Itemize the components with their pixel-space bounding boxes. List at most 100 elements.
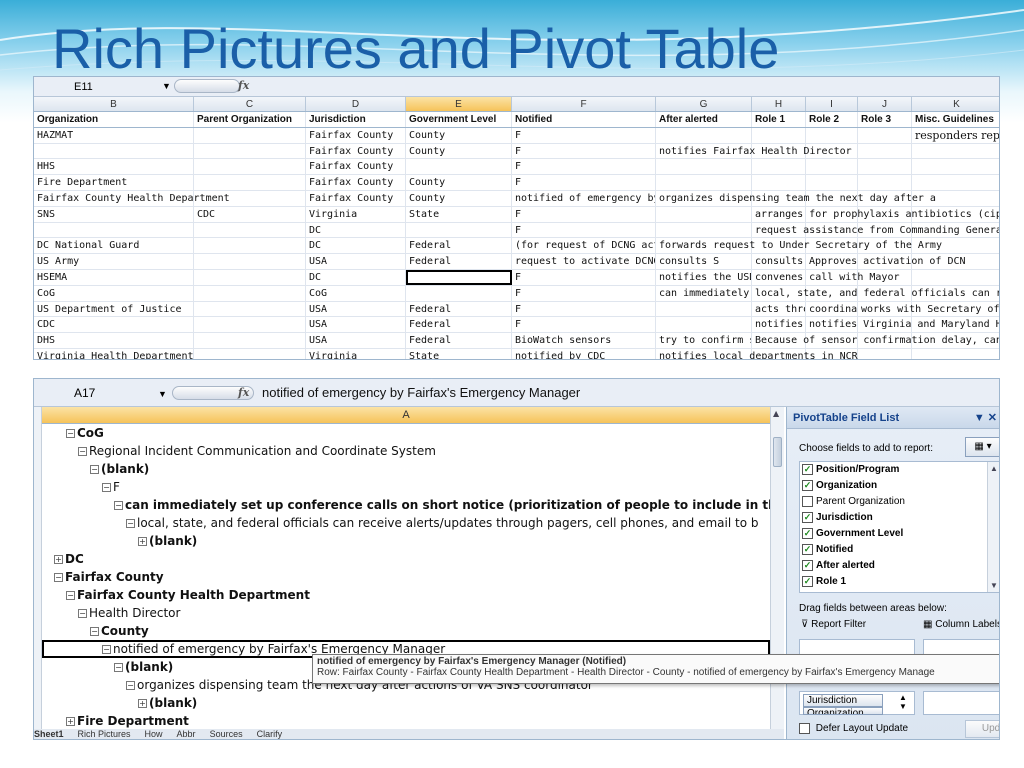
top-cell[interactable]: Government Level <box>406 112 512 127</box>
expand-icon[interactable]: + <box>138 699 147 708</box>
top-cell[interactable]: F <box>512 317 656 333</box>
top-cell[interactable]: DC <box>306 222 406 238</box>
scroll-up-icon[interactable]: ▲ <box>773 409 779 418</box>
top-cell[interactable] <box>912 159 999 174</box>
collapse-icon[interactable]: − <box>114 501 123 510</box>
top-cell[interactable] <box>194 348 306 359</box>
top-cell[interactable]: DC <box>306 269 406 285</box>
top-cell[interactable]: Role 3 <box>858 112 912 127</box>
collapse-icon[interactable]: − <box>90 627 99 636</box>
top-cell[interactable]: request to activate DCNG forwarded from … <box>512 254 656 269</box>
bottom-name-box[interactable]: A17 <box>74 386 95 400</box>
top-cell[interactable]: Approves activation of DCN <box>806 254 966 269</box>
top-cell[interactable]: USA <box>306 333 406 348</box>
pivot-row[interactable]: − F <box>42 478 770 496</box>
top-cell[interactable] <box>858 348 912 359</box>
pivot-row[interactable]: + DC <box>42 550 770 568</box>
top-cell[interactable]: HHS <box>34 159 194 175</box>
top-cell[interactable]: F <box>512 222 656 238</box>
top-fx-icon[interactable]: fx <box>238 79 249 92</box>
collapse-icon[interactable]: − <box>102 483 111 492</box>
top-col-C[interactable]: C <box>194 97 306 111</box>
bottom-formula-input[interactable]: notified of emergency by Fairfax's Emerg… <box>262 385 580 400</box>
top-cell[interactable]: State <box>406 348 512 359</box>
sheet-tab[interactable]: Rich Pictures <box>78 729 131 739</box>
collapse-icon[interactable]: − <box>126 519 135 528</box>
top-cell[interactable]: responders repo <box>912 128 999 143</box>
update-button[interactable]: Update <box>965 720 999 738</box>
sheet-tab[interactable]: Sheet1 <box>34 729 64 739</box>
top-col-J[interactable]: J <box>858 97 912 111</box>
top-cell[interactable] <box>656 206 752 222</box>
pivot-row[interactable]: − (blank) <box>42 460 770 478</box>
field-list-scrollbar[interactable]: ▲ ▼ <box>987 462 999 592</box>
pivot-field-item[interactable]: Parent Organization <box>800 494 999 510</box>
top-cell[interactable]: State <box>406 206 512 222</box>
checked-checkbox[interactable]: ✓ <box>802 527 813 539</box>
top-cell[interactable]: try to confirm sens <box>656 333 752 348</box>
top-cell[interactable]: Fairfax County <box>306 143 406 159</box>
sheet-tab[interactable]: Clarify <box>257 729 283 739</box>
expand-icon[interactable]: + <box>66 717 75 726</box>
defer-layout-update[interactable]: Defer Layout Update <box>799 723 908 734</box>
top-cell[interactable]: USA <box>306 317 406 333</box>
top-cell[interactable]: F <box>512 127 656 143</box>
top-cell[interactable]: HSEMA <box>34 269 194 285</box>
row-field-jurisdiction[interactable]: Jurisdiction <box>803 694 883 707</box>
top-cell[interactable]: F <box>512 175 656 190</box>
top-cell[interactable]: works with Secretary of De <box>858 301 999 317</box>
top-cell[interactable] <box>656 127 752 143</box>
pivot-row[interactable]: − local, state, and federal officials can… <box>42 514 770 532</box>
top-cell[interactable]: F <box>512 143 656 159</box>
pivot-row[interactable]: − Fairfax County Health Department <box>42 586 770 604</box>
top-cell[interactable] <box>858 159 912 175</box>
top-cell[interactable]: County <box>406 175 512 190</box>
top-cell[interactable] <box>656 159 752 175</box>
top-cell[interactable] <box>194 254 306 269</box>
top-cell[interactable]: can immediately s <box>656 285 752 301</box>
bottom-name-box-dropdown-icon[interactable]: ▼ <box>158 389 167 399</box>
pivot-field-item[interactable]: ✓ Government Level <box>800 526 999 542</box>
top-cell[interactable]: US Army <box>34 254 194 269</box>
pivot-row[interactable]: − CoG <box>42 424 770 442</box>
top-cell[interactable]: Notified <box>512 112 656 127</box>
bottom-fx-icon[interactable]: fx <box>238 386 249 399</box>
top-cell[interactable] <box>194 269 306 285</box>
top-cell[interactable]: Because of sensor confirmation delay, ca… <box>752 333 999 348</box>
collapse-icon[interactable]: − <box>78 447 87 456</box>
top-cell[interactable]: Federal <box>406 254 512 269</box>
top-cell[interactable]: USA <box>306 301 406 317</box>
sheet-tab[interactable]: Sources <box>210 729 243 739</box>
top-cell[interactable] <box>912 270 999 285</box>
top-cell[interactable]: notified by CDC <box>512 348 656 359</box>
top-cell[interactable]: Federal <box>406 317 512 333</box>
pivot-row[interactable]: + Fire Department <box>42 712 770 730</box>
values-area[interactable] <box>923 691 999 715</box>
top-cell[interactable]: consults A <box>752 254 806 269</box>
pivot-field-item[interactable]: ✓ Organization <box>800 478 999 494</box>
pivot-row[interactable]: − Fairfax County <box>42 568 770 586</box>
collapse-icon[interactable]: − <box>78 609 87 618</box>
top-cell[interactable] <box>806 159 858 175</box>
top-cell[interactable]: Misc. Guidelines <box>912 112 999 127</box>
top-cell[interactable] <box>194 285 306 301</box>
top-cell[interactable]: (for request of DCNG activa <box>512 238 656 254</box>
pivot-grid-scrollbar[interactable]: ▲ ▼ <box>770 407 784 739</box>
top-cell[interactable] <box>912 144 999 159</box>
top-cell[interactable] <box>406 222 512 238</box>
top-cell[interactable]: Virginia <box>306 206 406 222</box>
pivot-field-item[interactable]: ✓ Role 1 <box>800 574 999 590</box>
collapse-icon[interactable]: − <box>90 465 99 474</box>
pivot-row[interactable]: − can immediately set up conference calls… <box>42 496 770 514</box>
top-cell[interactable]: DC <box>306 238 406 254</box>
top-cell[interactable]: DHS <box>34 333 194 348</box>
expand-icon[interactable]: + <box>138 537 147 546</box>
checked-checkbox[interactable]: ✓ <box>802 511 813 523</box>
top-cell[interactable] <box>34 143 194 159</box>
top-cell[interactable]: CoG <box>34 285 194 301</box>
top-cell[interactable]: convenes call with Mayor <box>752 269 900 285</box>
top-col-K[interactable]: K <box>912 97 999 111</box>
pivot-field-item[interactable]: ✓ Position/Program <box>800 462 999 478</box>
top-cell[interactable]: organizes dispensing team the next day a… <box>656 190 936 206</box>
top-cell[interactable]: F <box>512 269 656 285</box>
